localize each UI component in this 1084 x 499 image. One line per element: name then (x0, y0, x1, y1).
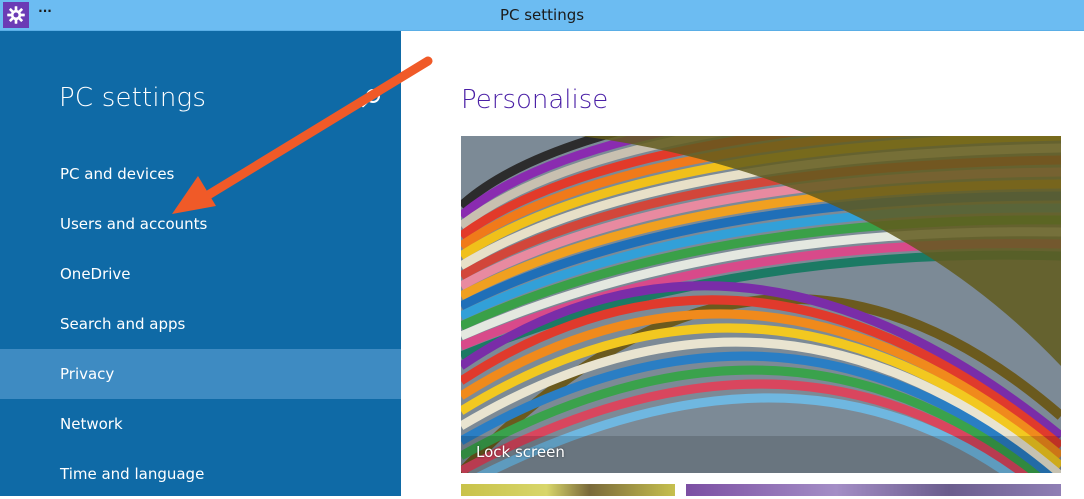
sidebar-item-onedrive[interactable]: OneDrive (0, 249, 401, 299)
sidebar-item-network[interactable]: Network (0, 399, 401, 449)
sidebar-item-label: PC and devices (60, 165, 175, 183)
page-title: Personalise (461, 85, 609, 115)
sidebar-item-label: Privacy (60, 365, 115, 383)
sidebar-item-privacy[interactable]: Privacy (0, 349, 401, 399)
search-icon[interactable] (360, 87, 382, 109)
account-picture-tile[interactable] (686, 484, 1061, 496)
sidebar-item-label: Time and language (60, 465, 205, 483)
sidebar-title: PC settings (59, 83, 207, 113)
lock-screen-tile[interactable]: Lock screen (461, 136, 1061, 473)
start-screen-tile[interactable] (461, 484, 675, 496)
sidebar-item-users-and-accounts[interactable]: Users and accounts (0, 199, 401, 249)
sidebar-item-time-and-language[interactable]: Time and language (0, 449, 401, 499)
lock-screen-label: Lock screen (476, 443, 565, 461)
sidebar-item-label: Network (60, 415, 123, 433)
sidebar-item-label: Users and accounts (60, 215, 208, 233)
sidebar-item-search-and-apps[interactable]: Search and apps (0, 299, 401, 349)
lock-screen-image (461, 136, 1061, 473)
sidebar-item-pc-and-devices[interactable]: PC and devices (0, 149, 401, 199)
title-bar: ... PC settings (0, 0, 1084, 31)
window-title: PC settings (499, 6, 585, 24)
sidebar: PC settings PC and devices Users and acc… (0, 31, 401, 496)
sidebar-item-label: Search and apps (60, 315, 186, 333)
sidebar-item-label: OneDrive (60, 265, 131, 283)
